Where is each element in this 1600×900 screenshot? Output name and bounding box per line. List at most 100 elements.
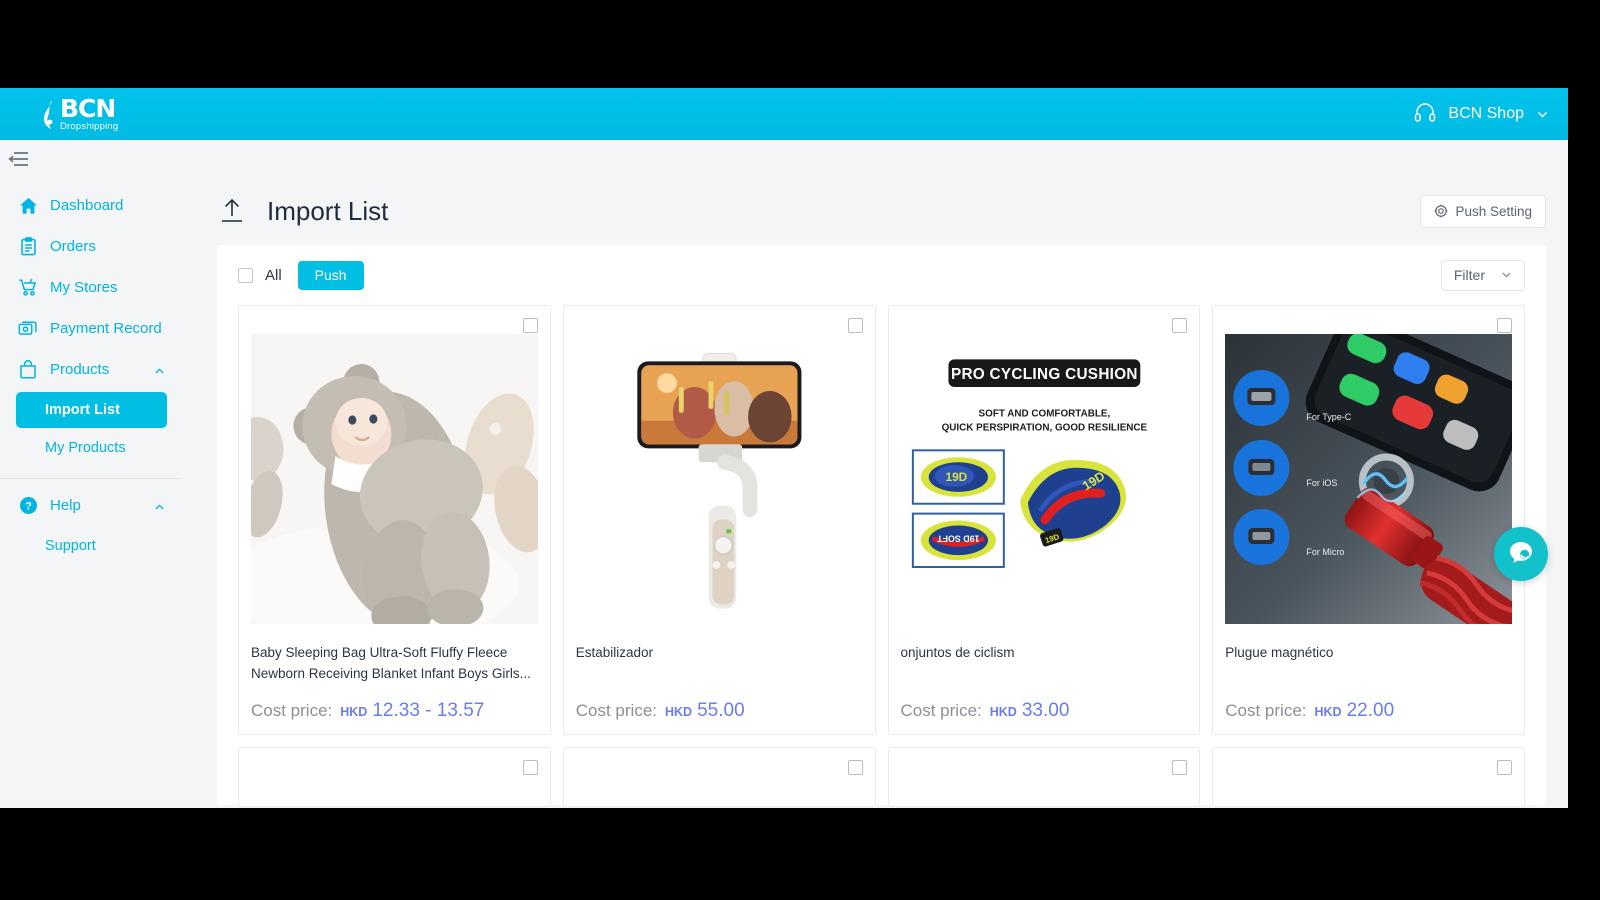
currency-label: HKD bbox=[665, 705, 693, 719]
headset-icon[interactable] bbox=[1414, 102, 1436, 127]
sidebar-item-payment-record[interactable]: Payment Record bbox=[0, 308, 181, 349]
top-bar: BCN Dropshipping BCN Shop bbox=[0, 88, 1568, 140]
cost-price-label: Cost price: bbox=[575, 701, 657, 720]
svg-text:For Type-C: For Type-C bbox=[1307, 412, 1352, 422]
product-select-checkbox[interactable] bbox=[522, 318, 538, 333]
top-bar-right: BCN Shop bbox=[1414, 102, 1548, 127]
page-header: Import List Push Setting bbox=[217, 177, 1568, 245]
chevron-down-icon bbox=[1501, 267, 1512, 283]
product-card[interactable] bbox=[887, 747, 1201, 807]
home-icon bbox=[18, 196, 38, 216]
product-title: onjuntos de ciclism bbox=[900, 645, 1015, 660]
price-amount: 22.00 bbox=[1346, 700, 1395, 721]
sidebar-item-dashboard[interactable]: Dashboard bbox=[0, 185, 181, 226]
svg-text:19D: 19D bbox=[945, 470, 967, 484]
product-price: Cost price: HKD 22.00 bbox=[1225, 700, 1512, 722]
product-select-checkbox[interactable] bbox=[847, 318, 863, 333]
chevron-up-icon[interactable] bbox=[154, 364, 165, 375]
logo-flame-icon bbox=[42, 98, 58, 132]
logo-wordmark: BCN bbox=[60, 94, 116, 124]
svg-text:PRO CYCLING CUSHION: PRO CYCLING CUSHION bbox=[950, 366, 1137, 383]
cart-icon bbox=[18, 278, 38, 298]
svg-text:?: ? bbox=[25, 501, 32, 513]
sidebar-item-label: Help bbox=[50, 497, 81, 514]
filter-dropdown[interactable]: Filter bbox=[1440, 259, 1525, 291]
sidebar-item-help[interactable]: ? Help bbox=[0, 485, 181, 526]
svg-text:QUICK PERSPIRATION, GOOD RESIL: QUICK PERSPIRATION, GOOD RESILIENCE bbox=[941, 423, 1147, 434]
product-select-checkbox[interactable] bbox=[1497, 760, 1512, 775]
product-title: Estabilizador bbox=[575, 645, 654, 660]
brand-logo[interactable]: BCN Dropshipping bbox=[42, 96, 118, 132]
product-card[interactable] bbox=[1212, 747, 1525, 807]
svg-text:For iOS: For iOS bbox=[1307, 478, 1338, 488]
bag-icon bbox=[18, 360, 38, 380]
cost-price-label: Cost price: bbox=[900, 701, 982, 720]
product-card[interactable]: PRO CYCLING CUSHION SOFT AND COMFORTABLE… bbox=[887, 305, 1201, 735]
product-select-checkbox[interactable] bbox=[1172, 760, 1188, 775]
clipboard-icon bbox=[18, 237, 38, 257]
product-image-baby-sleeping-bag bbox=[251, 334, 538, 624]
product-card[interactable] bbox=[562, 747, 876, 807]
payment-card-icon bbox=[18, 319, 38, 339]
push-setting-label: Push Setting bbox=[1455, 203, 1532, 219]
cost-price-label: Cost price: bbox=[251, 701, 333, 720]
import-list-panel: All Push Filter Baby Sleeping Bag Ultra-… bbox=[217, 245, 1546, 807]
list-toolbar: All Push Filter bbox=[238, 245, 1525, 305]
product-title: Baby Sleeping Bag Ultra-Soft Fluffy Flee… bbox=[251, 645, 531, 681]
gear-icon bbox=[1434, 204, 1448, 218]
sidebar-item-my-stores[interactable]: My Stores bbox=[0, 267, 181, 308]
product-select-checkbox[interactable] bbox=[522, 760, 538, 775]
product-card[interactable] bbox=[238, 747, 551, 807]
push-setting-button[interactable]: Push Setting bbox=[1420, 194, 1546, 228]
collapse-row bbox=[0, 140, 1568, 177]
select-all-checkbox[interactable] bbox=[238, 267, 253, 283]
price-amount: 55.00 bbox=[697, 700, 745, 721]
cost-price-label: Cost price: bbox=[1225, 701, 1307, 720]
sidebar-item-label: My Stores bbox=[50, 279, 118, 296]
price-amount: 12.33 - 13.57 bbox=[372, 700, 485, 721]
currency-label: HKD bbox=[989, 705, 1017, 719]
sidebar: Dashboard Orders My Stores Payment Recor… bbox=[0, 177, 181, 808]
push-button[interactable]: Push bbox=[297, 260, 364, 290]
chat-bubble-icon bbox=[1507, 538, 1535, 571]
product-image-magnetic-cable: For Type-C For iOS For Micro bbox=[1225, 334, 1512, 624]
sidebar-divider bbox=[0, 478, 181, 479]
currency-label: HKD bbox=[1314, 705, 1342, 719]
shop-name-label[interactable]: BCN Shop bbox=[1448, 105, 1524, 123]
svg-text:SOFT AND COMFORTABLE,: SOFT AND COMFORTABLE, bbox=[978, 409, 1110, 420]
product-select-checkbox[interactable] bbox=[847, 760, 863, 775]
sidebar-subitem-label: My Products bbox=[45, 440, 126, 456]
sidebar-item-products[interactable]: Products bbox=[0, 349, 181, 390]
sidebar-item-support[interactable]: Support bbox=[16, 528, 167, 564]
product-price: Cost price: HKD 55.00 bbox=[576, 700, 863, 722]
chat-widget-button[interactable] bbox=[1494, 527, 1548, 581]
product-card[interactable]: Estabilizador Cost price: HKD 55.00 bbox=[562, 305, 876, 735]
product-select-checkbox[interactable] bbox=[1172, 318, 1188, 333]
product-price: Cost price: HKD 33.00 bbox=[901, 700, 1188, 722]
sidebar-item-label: Orders bbox=[50, 238, 96, 255]
sidebar-item-my-products[interactable]: My Products bbox=[16, 430, 167, 466]
logo-tagline: Dropshipping bbox=[60, 121, 119, 133]
product-title: Plugue magnético bbox=[1225, 645, 1334, 660]
product-grid-row-2 bbox=[238, 747, 1525, 807]
product-price: Cost price: HKD 12.33 - 13.57 bbox=[251, 700, 538, 722]
price-amount: 33.00 bbox=[1021, 700, 1070, 721]
sidebar-item-orders[interactable]: Orders bbox=[0, 226, 181, 267]
product-image-cycling-cushion: PRO CYCLING CUSHION SOFT AND COMFORTABLE… bbox=[900, 334, 1188, 624]
sidebar-subitem-label: Import List bbox=[45, 402, 120, 418]
body-split: Dashboard Orders My Stores Payment Recor… bbox=[0, 177, 1568, 808]
product-select-checkbox[interactable] bbox=[1497, 318, 1512, 333]
product-card[interactable]: For Type-C For iOS For Micro Plugue magn… bbox=[1212, 305, 1525, 735]
page-title: Import List bbox=[267, 195, 389, 226]
chevron-up-icon[interactable] bbox=[154, 500, 165, 511]
sidebar-item-label: Payment Record bbox=[50, 320, 162, 337]
question-circle-icon: ? bbox=[18, 496, 38, 516]
product-card[interactable]: Baby Sleeping Bag Ultra-Soft Fluffy Flee… bbox=[238, 305, 551, 735]
sidebar-item-label: Dashboard bbox=[50, 197, 124, 214]
sidebar-item-import-list[interactable]: Import List bbox=[16, 392, 167, 428]
app-screen: BCN Dropshipping BCN Shop Dashboard Orde… bbox=[0, 88, 1568, 808]
sidebar-collapse-icon[interactable] bbox=[8, 150, 30, 168]
currency-label: HKD bbox=[340, 705, 368, 719]
select-all-label: All bbox=[265, 266, 282, 284]
chevron-down-icon[interactable] bbox=[1536, 108, 1548, 120]
